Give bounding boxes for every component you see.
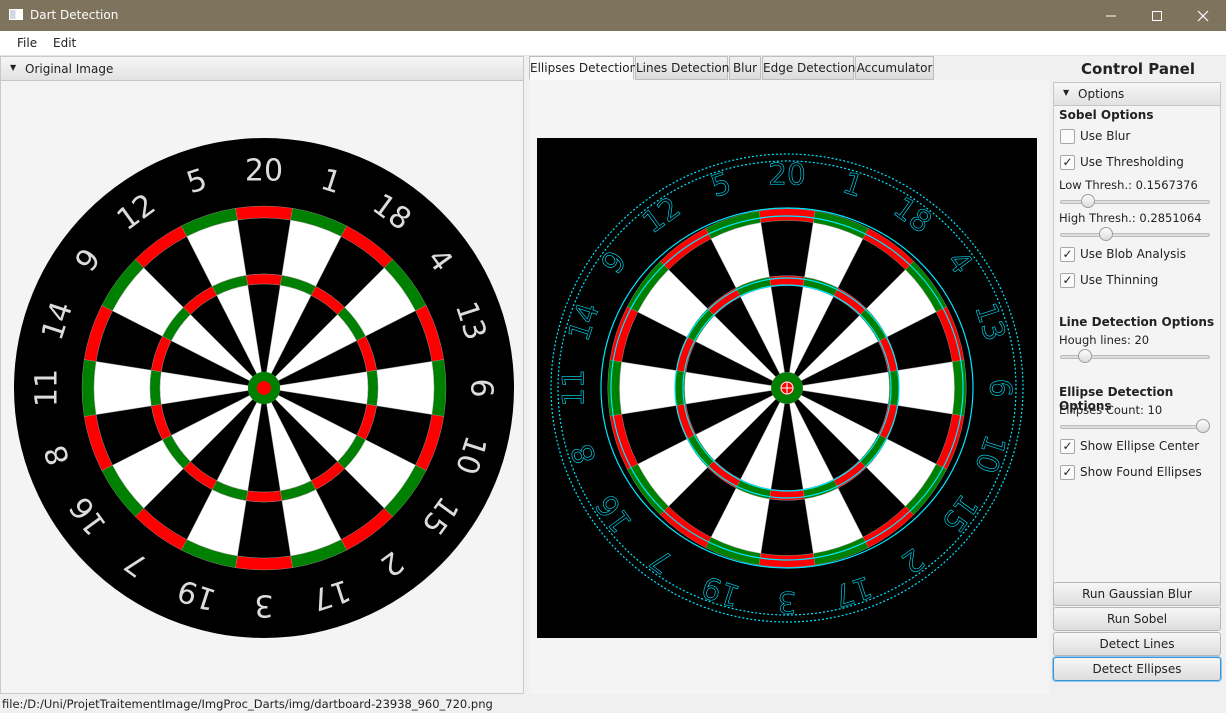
close-button[interactable] bbox=[1180, 0, 1226, 31]
title-bar: Dart Detection bbox=[0, 0, 1226, 31]
collapse-arrow-icon: ▼ bbox=[10, 63, 17, 72]
original-dartboard-image: 20 11841361015217319716811149125 bbox=[14, 138, 514, 638]
window-title: Dart Detection bbox=[30, 8, 119, 22]
tab-ellipses-detection[interactable]: Ellipses Detection bbox=[529, 56, 637, 80]
maximize-icon bbox=[1152, 11, 1162, 21]
board-segment bbox=[93, 361, 152, 415]
board-segment bbox=[897, 361, 955, 415]
line-detection-options-title: Line Detection Options bbox=[1059, 315, 1215, 329]
board-segment bbox=[619, 361, 677, 415]
board-number: 3 bbox=[254, 588, 273, 623]
original-image-title: Original Image bbox=[25, 62, 114, 76]
menu-bar: File Edit bbox=[0, 31, 1226, 56]
tab-accumulator[interactable]: Accumulator bbox=[855, 56, 934, 80]
tab-bar: Ellipses Detection Lines Detection Blur … bbox=[529, 56, 1049, 80]
high-thresh-label: High Thresh.: 0.2851064 bbox=[1059, 211, 1202, 225]
slider-thumb[interactable] bbox=[1196, 419, 1210, 433]
app-icon bbox=[9, 9, 23, 20]
use-blob-label: Use Blob Analysis bbox=[1080, 247, 1187, 261]
high-thresh-slider[interactable] bbox=[1060, 227, 1210, 243]
board-segment bbox=[237, 500, 291, 559]
sobel-options-title: Sobel Options bbox=[1059, 108, 1154, 122]
show-center-check[interactable]: ✓ bbox=[1060, 439, 1075, 454]
detect-lines-button[interactable]: Detect Lines bbox=[1053, 632, 1221, 656]
options-header[interactable]: ▼ Options bbox=[1053, 82, 1221, 106]
tab-blur[interactable]: Blur bbox=[729, 56, 761, 80]
run-sobel-button[interactable]: Run Sobel bbox=[1053, 607, 1221, 631]
use-blur-check[interactable] bbox=[1060, 129, 1075, 144]
ellipses-count-label: Ellipses Count: 10 bbox=[1059, 403, 1163, 417]
original-image-pane: ▼ Original Image 20 1 18 4 13 6 10 15 2 17 3 19 7 16 8… bbox=[0, 56, 524, 694]
minimize-icon bbox=[1106, 15, 1116, 17]
use-blob-check[interactable]: ✓ bbox=[1060, 247, 1075, 262]
slider-track bbox=[1060, 233, 1210, 237]
original-image-header[interactable]: ▼ Original Image bbox=[1, 57, 523, 81]
board-segment bbox=[149, 369, 162, 407]
close-icon bbox=[1197, 10, 1209, 22]
board-number: 20 bbox=[768, 157, 806, 191]
board-segment bbox=[760, 498, 814, 556]
show-found-check[interactable]: ✓ bbox=[1060, 465, 1075, 480]
board-segment bbox=[237, 217, 291, 276]
maximize-button[interactable] bbox=[1134, 0, 1180, 31]
board-number: 6 bbox=[464, 378, 499, 397]
use-thresholding-check[interactable]: ✓ bbox=[1060, 155, 1075, 170]
low-thresh-label: Low Thresh.: 0.1567376 bbox=[1059, 178, 1198, 192]
board-segment bbox=[245, 273, 283, 286]
hough-lines-label: Hough lines: 20 bbox=[1059, 333, 1150, 347]
bullseye bbox=[257, 381, 271, 395]
ellipse-detection-result-image: 20 11841361015217319716811149125 bbox=[537, 138, 1037, 638]
detect-ellipses-button[interactable]: Detect Ellipses bbox=[1053, 657, 1221, 681]
slider-thumb[interactable] bbox=[1078, 349, 1093, 363]
use-thresholding-label: Use Thresholding bbox=[1080, 155, 1184, 169]
hough-lines-slider[interactable] bbox=[1060, 349, 1210, 365]
board-segment bbox=[376, 361, 435, 415]
low-thresh-slider[interactable] bbox=[1060, 194, 1210, 210]
run-gaussian-blur-button[interactable]: Run Gaussian Blur bbox=[1053, 582, 1221, 606]
board-number: 6 bbox=[984, 379, 1018, 398]
options-body: Sobel Options Use Blur ✓ Use Thresholdin… bbox=[1053, 106, 1221, 628]
status-bar-file-path: file:/D:/Uni/ProjetTraitementImage/ImgPr… bbox=[2, 697, 493, 711]
slider-thumb[interactable] bbox=[1098, 227, 1113, 241]
show-center-label: Show Ellipse Center bbox=[1080, 439, 1200, 453]
menu-edit[interactable]: Edit bbox=[53, 36, 76, 50]
slider-track bbox=[1060, 425, 1210, 429]
use-blur-label: Use Blur bbox=[1080, 129, 1131, 143]
board-number: 3 bbox=[778, 585, 797, 619]
use-thinning-label: Use Thinning bbox=[1080, 273, 1159, 287]
show-found-label: Show Found Ellipses bbox=[1080, 465, 1202, 479]
control-panel-title: Control Panel bbox=[1081, 60, 1195, 78]
board-segment bbox=[760, 220, 814, 278]
collapse-arrow-icon: ▼ bbox=[1063, 88, 1070, 97]
slider-thumb[interactable] bbox=[1081, 194, 1096, 208]
board-number: 11 bbox=[556, 369, 590, 407]
tab-lines-detection[interactable]: Lines Detection bbox=[635, 56, 729, 80]
board-number: 11 bbox=[30, 369, 65, 407]
minimize-button[interactable] bbox=[1088, 0, 1134, 31]
ellipses-count-slider[interactable] bbox=[1060, 419, 1210, 435]
use-thinning-check[interactable]: ✓ bbox=[1060, 273, 1075, 288]
control-panel: Control Panel ▼ Options Sobel Options Us… bbox=[1050, 56, 1226, 686]
board-segment bbox=[245, 490, 283, 503]
board-number: 20 bbox=[245, 154, 283, 189]
ellipses-detection-view: 20 1 18 4 13 6 10 15 2 17 3 19 7 16 8 11 14 9 12 5 bbox=[529, 80, 1049, 694]
tab-edge-detection[interactable]: Edge Detection bbox=[762, 56, 855, 80]
board-segment bbox=[366, 369, 379, 407]
menu-file[interactable]: File bbox=[17, 36, 37, 50]
options-title: Options bbox=[1078, 87, 1125, 101]
